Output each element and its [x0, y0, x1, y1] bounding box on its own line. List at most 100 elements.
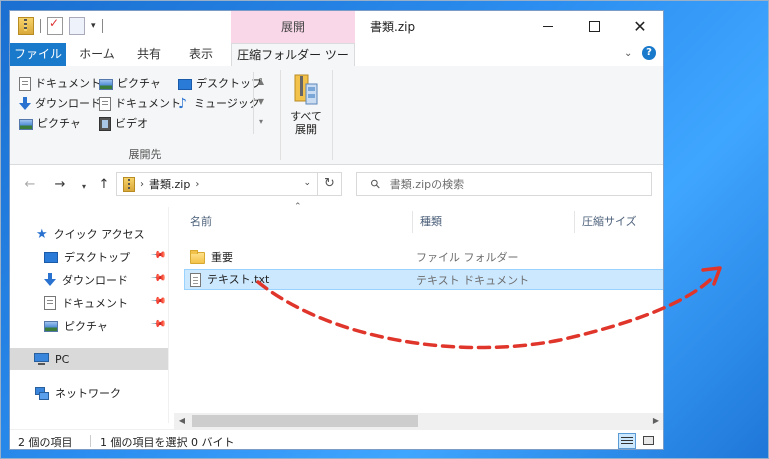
column-divider[interactable] — [412, 211, 413, 233]
destination-item[interactable]: ビデオ — [99, 114, 148, 134]
nav-item-downloads[interactable]: ダウンロード 📌 — [10, 269, 168, 291]
help-icon[interactable]: ? — [642, 46, 656, 60]
destination-label: ドキュメント — [35, 77, 101, 90]
window-title: 書類.zip — [370, 20, 416, 34]
picture-icon — [44, 320, 58, 332]
chevron-down-icon[interactable]: ⌄ — [624, 48, 632, 59]
extract-all-icon — [294, 74, 318, 106]
customize-toolbar-icon[interactable]: ▾ — [91, 21, 96, 31]
address-path[interactable]: 書類.zip — [149, 176, 190, 192]
nav-item-label: ネットワーク — [55, 387, 121, 400]
extract-all-label-2: 展開 — [295, 123, 317, 136]
file-name: 重要 — [211, 251, 233, 264]
quick-access-toolbar: ▾ — [18, 16, 103, 35]
refresh-button[interactable]: ↻ — [318, 172, 342, 196]
file-name-cell: 重要 — [190, 247, 233, 268]
nav-item-pictures[interactable]: ピクチャ 📌 — [10, 315, 168, 337]
status-item-count: 2 個の項目 — [18, 436, 73, 449]
maximize-button[interactable] — [571, 11, 617, 43]
nav-item-network[interactable]: ネットワーク — [10, 382, 168, 404]
title-bar: ▾ 展開 書類.zip ✕ — [10, 11, 663, 43]
nav-item-documents[interactable]: ドキュメント 📌 — [10, 292, 168, 314]
horizontal-scrollbar[interactable]: ◀ ▶ — [174, 413, 663, 429]
file-row[interactable]: 重要 ファイル フォルダー — [184, 247, 663, 268]
up-button[interactable]: ↑ — [94, 176, 114, 196]
column-divider[interactable] — [574, 211, 575, 233]
status-selection-info: 1 個の項目を選択 0 バイト — [100, 436, 235, 449]
search-icon: ⚲ — [367, 175, 384, 193]
zip-folder-icon — [18, 17, 34, 35]
scroll-left-icon[interactable]: ◀ — [174, 413, 190, 429]
extract-all-button[interactable]: すべて 展開 — [286, 74, 326, 136]
desktop-icon — [44, 251, 58, 263]
nav-item-pc[interactable]: PC — [10, 348, 168, 370]
nav-item-label: ドキュメント — [62, 297, 128, 310]
context-tab-group-label: 展開 — [231, 11, 355, 43]
destination-item[interactable]: ピクチャ — [19, 114, 81, 134]
address-row: ← → ▾ ↑ › 書類.zip › ⌄ ↻ ⚲ — [10, 170, 663, 200]
nav-item-desktop[interactable]: デスクトップ 📌 — [10, 246, 168, 268]
document-icon — [44, 296, 56, 310]
pane-divider[interactable] — [168, 207, 169, 423]
column-header-type[interactable]: 種類 — [414, 211, 574, 233]
chevron-down-icon[interactable]: ▼ — [254, 92, 268, 112]
chevron-up-icon[interactable]: ▲ — [254, 72, 268, 92]
maximize-icon — [588, 21, 600, 32]
new-folder-icon[interactable] — [69, 17, 85, 35]
pin-icon: 📌 — [149, 293, 167, 310]
more-icon[interactable]: ▾ — [254, 112, 268, 132]
tab-compressed-folder-tools[interactable]: 圧縮フォルダー ツール — [231, 43, 355, 84]
text-file-icon — [190, 272, 201, 287]
recent-locations-button[interactable]: ▾ — [74, 178, 94, 198]
tab-share[interactable]: 共有 — [127, 43, 171, 66]
destination-item[interactable]: ドキュメント — [19, 74, 101, 94]
nav-item-quick-access[interactable]: ★ クイック アクセス — [10, 223, 168, 245]
destination-item[interactable]: ダウンロード — [19, 94, 101, 114]
nav-item-label: ダウンロード — [62, 274, 128, 287]
destination-label: ミュージック — [194, 97, 260, 110]
destination-item[interactable]: デスクトップ — [178, 74, 262, 94]
scrollbar-thumb[interactable] — [192, 415, 418, 427]
column-header-name[interactable]: 名前 — [184, 211, 412, 233]
column-header-compressed-size[interactable]: 圧縮サイズ — [576, 211, 663, 233]
destination-item[interactable]: ドキュメント — [99, 94, 181, 114]
pin-icon: 📌 — [149, 247, 167, 264]
file-row[interactable]: テキスト.txt テキスト ドキュメント — [184, 269, 663, 290]
pin-icon: 📌 — [149, 270, 167, 287]
chevron-down-icon[interactable]: ⌄ — [303, 178, 311, 188]
search-input[interactable] — [387, 176, 632, 192]
forward-button[interactable]: → — [50, 176, 70, 196]
destination-label: ピクチャ — [117, 77, 161, 90]
picture-icon — [19, 118, 33, 130]
destination-item[interactable]: ♪ ミュージック — [178, 94, 260, 114]
nav-item-label: PC — [55, 352, 70, 366]
chevron-right-icon[interactable]: › — [195, 179, 199, 190]
ribbon-divider — [280, 70, 281, 160]
document-icon — [19, 77, 31, 91]
music-icon: ♪ — [178, 96, 187, 112]
address-bar[interactable]: › 書類.zip › ⌄ — [116, 172, 318, 196]
destination-label: ドキュメント — [115, 97, 181, 110]
extract-all-graphic — [294, 74, 318, 105]
details-view-icon[interactable] — [618, 433, 636, 449]
ribbon-tabs: ファイル ホーム 共有 表示 圧縮フォルダー ツール ⌄ ? — [10, 43, 663, 84]
tab-view[interactable]: 表示 — [176, 43, 226, 66]
properties-icon[interactable] — [47, 16, 63, 35]
tab-file[interactable]: ファイル — [10, 43, 66, 66]
destination-item[interactable]: ピクチャ — [99, 74, 161, 94]
video-icon — [99, 117, 111, 131]
nav-item-label: クイック アクセス — [53, 228, 145, 241]
search-box[interactable]: ⚲ — [356, 172, 652, 196]
large-icons-view-icon[interactable] — [640, 433, 658, 449]
close-button[interactable]: ✕ — [617, 11, 663, 43]
download-icon — [19, 97, 31, 111]
minimize-button[interactable] — [525, 11, 571, 43]
zip-folder-icon — [123, 176, 135, 192]
file-type: ファイル フォルダー — [416, 251, 519, 264]
tab-home[interactable]: ホーム — [72, 43, 122, 66]
scroll-right-icon[interactable]: ▶ — [648, 413, 663, 429]
chevron-right-icon[interactable]: › — [140, 179, 144, 190]
ribbon-group-label: 展開先 — [128, 148, 162, 161]
back-button[interactable]: ← — [20, 176, 40, 196]
gallery-scrollbar[interactable]: ▲ ▼ ▾ — [253, 72, 268, 134]
